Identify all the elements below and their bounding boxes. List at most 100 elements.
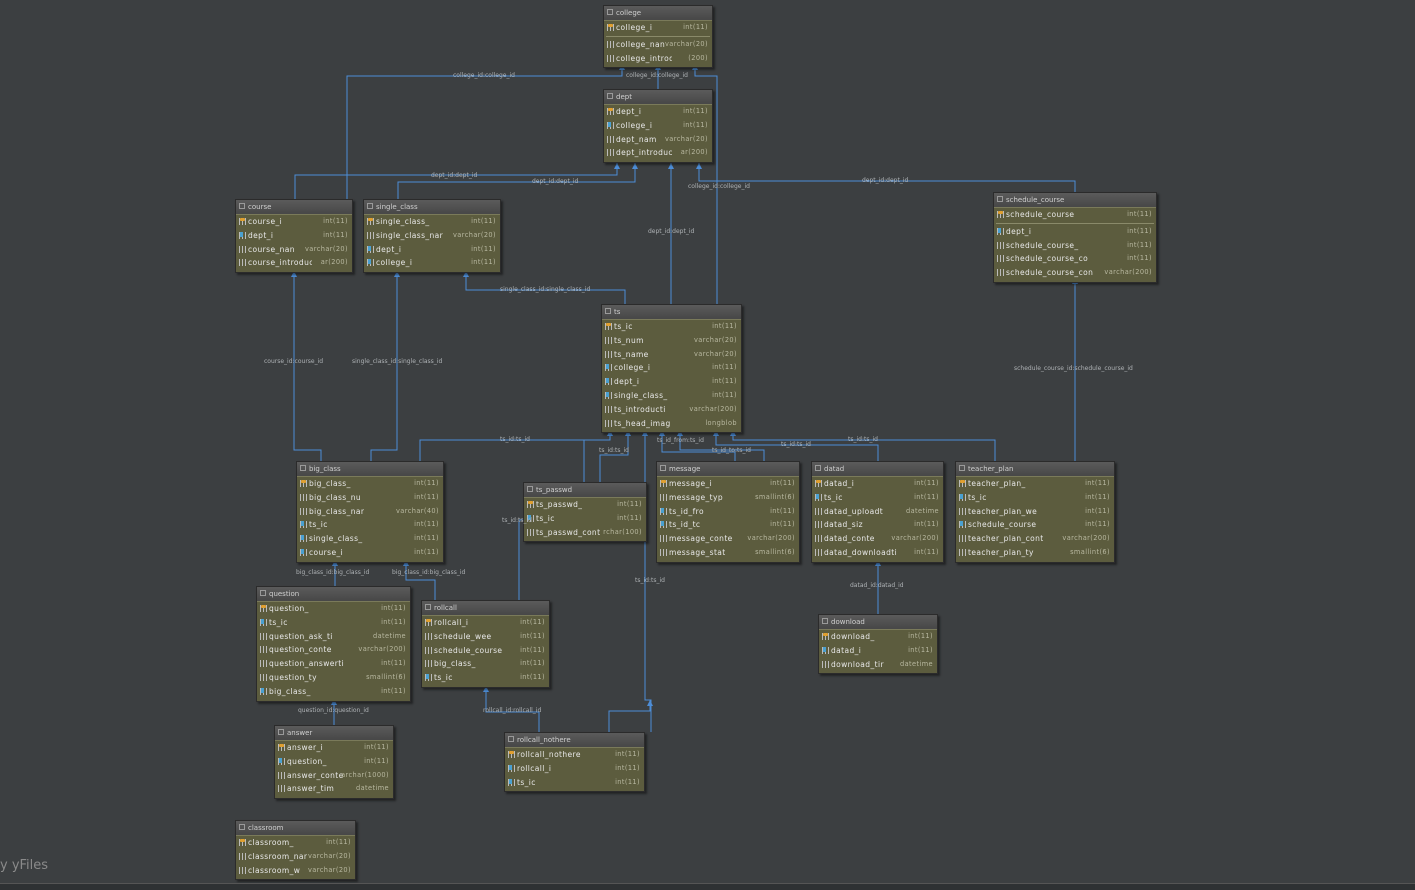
column-row[interactable]: download_ int(11)	[819, 630, 937, 644]
column-row[interactable]: dept_i int(11)	[602, 375, 741, 389]
column-row[interactable]: ts_ic int(11)	[422, 671, 549, 685]
column-row[interactable]: college_i int(11)	[602, 361, 741, 375]
column-row[interactable]: question_ty smallint(6)	[257, 671, 410, 685]
column-row[interactable]: answer_conte archar(1000)	[275, 769, 393, 783]
relationship-edge[interactable]	[599, 430, 629, 482]
table-header[interactable]: datad	[812, 462, 943, 477]
table-datad[interactable]: datad datad_i int(11) ts_ic int(11) datad_upl…	[811, 461, 944, 563]
column-row[interactable]: datad_conte varchar(200)	[812, 532, 943, 546]
column-row[interactable]: schedule_course int(11)	[994, 208, 1156, 222]
table-header[interactable]: ts_passwd	[524, 483, 646, 498]
column-row[interactable]: message_typ smallint(6)	[657, 491, 799, 505]
relationship-edge[interactable]	[293, 271, 322, 461]
table-teacher_plan[interactable]: teacher_plan teacher_plan_ int(11) ts_ic int…	[955, 461, 1115, 563]
column-row[interactable]: schedule_course_co int(11)	[994, 252, 1156, 266]
column-row[interactable]: answer_i int(11)	[275, 741, 393, 755]
column-row[interactable]: college_introduc (200)	[604, 52, 712, 66]
column-row[interactable]: rollcall_nothere int(11)	[505, 748, 644, 762]
column-row[interactable]: course_i int(11)	[236, 215, 352, 229]
table-header[interactable]: college	[604, 6, 712, 21]
column-row[interactable]: ts_introducti varchar(200)	[602, 403, 741, 417]
relationship-edge[interactable]	[346, 64, 623, 199]
table-big_class[interactable]: big_class big_class_ int(11) big_class_nu in…	[296, 461, 444, 563]
table-header[interactable]: message	[657, 462, 799, 477]
column-row[interactable]: big_class_ int(11)	[297, 477, 443, 491]
table-header[interactable]: rollcall	[422, 601, 549, 616]
column-row[interactable]: course_nan varchar(20)	[236, 243, 352, 257]
table-header[interactable]: answer	[275, 726, 393, 741]
table-course[interactable]: course course_i int(11) dept_i int(11) course…	[235, 199, 353, 274]
column-row[interactable]: big_class_nar varchar(40)	[297, 505, 443, 519]
column-row[interactable]: schedule_course int(11)	[956, 518, 1114, 532]
column-row[interactable]: datad_i int(11)	[819, 644, 937, 658]
column-row[interactable]: single_class_nar varchar(20)	[364, 229, 500, 243]
column-row[interactable]: answer_tim datetime	[275, 782, 393, 796]
table-answer[interactable]: answer answer_i int(11) question_ int(11) ans…	[274, 725, 394, 800]
column-row[interactable]: teacher_plan_ty smallint(6)	[956, 546, 1114, 560]
table-ts[interactable]: ts ts_ic int(11) ts_num varchar(20) ts_name va…	[601, 304, 742, 434]
table-header[interactable]: schedule_course	[994, 193, 1156, 208]
column-row[interactable]: teacher_plan_we int(11)	[956, 505, 1114, 519]
table-college[interactable]: college college_i int(11) college_nan varcha…	[603, 5, 713, 69]
column-row[interactable]: message_conte varchar(200)	[657, 532, 799, 546]
column-row[interactable]: message_stat smallint(6)	[657, 546, 799, 560]
column-row[interactable]: ts_ic int(11)	[297, 518, 443, 532]
column-row[interactable]: big_class_ int(11)	[257, 685, 410, 699]
relationship-edge[interactable]	[397, 163, 636, 199]
relationship-edge[interactable]	[370, 271, 398, 461]
column-row[interactable]: college_i int(11)	[364, 256, 500, 270]
column-row[interactable]: single_class_ int(11)	[364, 215, 500, 229]
column-row[interactable]: college_nan varchar(20)	[604, 38, 712, 52]
column-row[interactable]: datad_siz int(11)	[812, 518, 943, 532]
column-row[interactable]: big_class_ int(11)	[422, 657, 549, 671]
column-row[interactable]: course_i int(11)	[297, 546, 443, 560]
column-row[interactable]: question_answerti int(11)	[257, 657, 410, 671]
relationship-edge[interactable]	[608, 700, 651, 732]
column-row[interactable]: schedule_course int(11)	[422, 644, 549, 658]
column-row[interactable]: teacher_plan_ int(11)	[956, 477, 1114, 491]
table-schedule_course[interactable]: schedule_course schedule_course int(11)dep…	[993, 192, 1157, 283]
column-row[interactable]: datad_i int(11)	[812, 477, 943, 491]
column-row[interactable]: classroom_nar varchar(20)	[236, 850, 355, 864]
column-row[interactable]: datad_uploadt datetime	[812, 505, 943, 519]
column-row[interactable]: download_tir datetime	[819, 658, 937, 672]
column-row[interactable]: question_ int(11)	[257, 602, 410, 616]
table-dept[interactable]: dept dept_i int(11) college_i int(11) dept_na…	[603, 89, 713, 164]
column-row[interactable]: dept_introduct ar(200)	[604, 146, 712, 160]
table-header[interactable]: classroom	[236, 821, 355, 836]
table-header[interactable]: course	[236, 200, 352, 215]
column-row[interactable]: message_i int(11)	[657, 477, 799, 491]
table-download[interactable]: download download_ int(11) datad_i int(11) do…	[818, 614, 938, 675]
column-row[interactable]: question_ask_ti datetime	[257, 630, 410, 644]
column-row[interactable]: college_i int(11)	[604, 21, 712, 35]
relationship-edge[interactable]	[419, 430, 611, 461]
column-row[interactable]: ts_ic int(11)	[602, 320, 741, 334]
column-row[interactable]: rollcall_i int(11)	[505, 762, 644, 776]
column-row[interactable]: question_ int(11)	[275, 755, 393, 769]
column-row[interactable]: single_class_ int(11)	[602, 389, 741, 403]
column-row[interactable]: teacher_plan_cont varchar(200)	[956, 532, 1114, 546]
table-rollcall[interactable]: rollcall rollcall_i int(11) schedule_wee int…	[421, 600, 550, 688]
column-row[interactable]: schedule_wee int(11)	[422, 630, 549, 644]
column-row[interactable]: big_class_nu int(11)	[297, 491, 443, 505]
column-row[interactable]: course_introduc ar(200)	[236, 256, 352, 270]
table-header[interactable]: rollcall_nothere	[505, 733, 644, 748]
column-row[interactable]: dept_i int(11)	[604, 105, 712, 119]
er-diagram-canvas[interactable]: college college_i int(11) college_nan varcha…	[0, 0, 1415, 889]
column-row[interactable]: ts_passwd_cont rchar(100)	[524, 526, 646, 540]
column-row[interactable]: question_conte varchar(200)	[257, 643, 410, 657]
column-row[interactable]: schedule_course_ int(11)	[994, 239, 1156, 253]
table-header[interactable]: single_class	[364, 200, 500, 215]
table-header[interactable]: dept	[604, 90, 712, 105]
column-row[interactable]: college_i int(11)	[604, 119, 712, 133]
table-message[interactable]: message message_i int(11) message_typ smalli…	[656, 461, 800, 563]
column-row[interactable]: ts_ic int(11)	[956, 491, 1114, 505]
column-row[interactable]: ts_ic int(11)	[524, 512, 646, 526]
column-row[interactable]: ts_id_tc int(11)	[657, 518, 799, 532]
column-row[interactable]: dept_nam varchar(20)	[604, 133, 712, 147]
column-row[interactable]: rollcall_i int(11)	[422, 616, 549, 630]
table-classroom[interactable]: classroom classroom_ int(11) classroom_nar v…	[235, 820, 356, 881]
column-row[interactable]: single_class_ int(11)	[297, 532, 443, 546]
column-row[interactable]: dept_i int(11)	[994, 225, 1156, 239]
column-row[interactable]: datad_downloadti int(11)	[812, 546, 943, 560]
